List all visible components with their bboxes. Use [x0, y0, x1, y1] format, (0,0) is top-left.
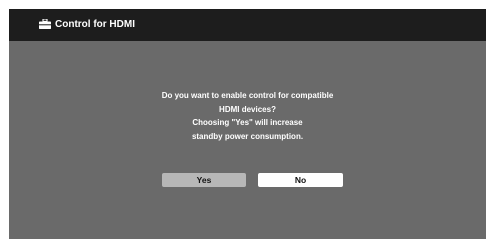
yes-button[interactable]: Yes [162, 173, 246, 187]
message-line: HDMI devices? [219, 104, 276, 114]
dialog-message: Do you want to enable control for compat… [9, 89, 486, 143]
message-line: Choosing "Yes" will increase [192, 118, 303, 127]
tv-screen: Control for HDMI Do you want to enable c… [9, 9, 486, 239]
page-title: Control for HDMI [55, 19, 135, 30]
title-bar: Control for HDMI [9, 9, 486, 41]
no-button[interactable]: No [258, 173, 343, 187]
message-line: standby power consumption. [191, 131, 304, 141]
message-line: Do you want to enable control for compat… [161, 91, 334, 100]
toolbox-icon [39, 19, 51, 29]
